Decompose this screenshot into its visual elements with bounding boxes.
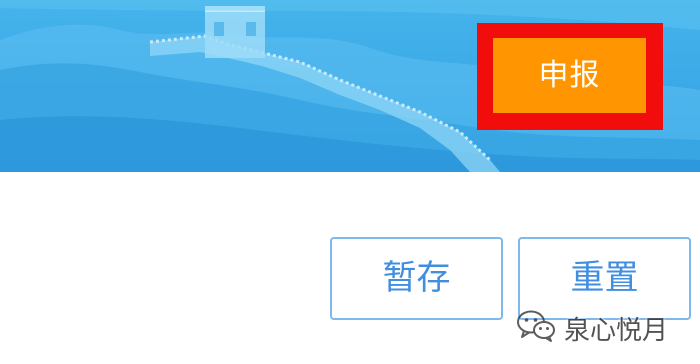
submit-button[interactable]: 申报 xyxy=(493,38,646,113)
save-draft-button[interactable]: 暂存 xyxy=(330,237,503,320)
wechat-icon xyxy=(516,309,556,347)
header-banner: 申报 xyxy=(0,0,700,172)
watermark: 泉心悦月 xyxy=(516,308,668,348)
watermark-text: 泉心悦月 xyxy=(564,315,669,346)
